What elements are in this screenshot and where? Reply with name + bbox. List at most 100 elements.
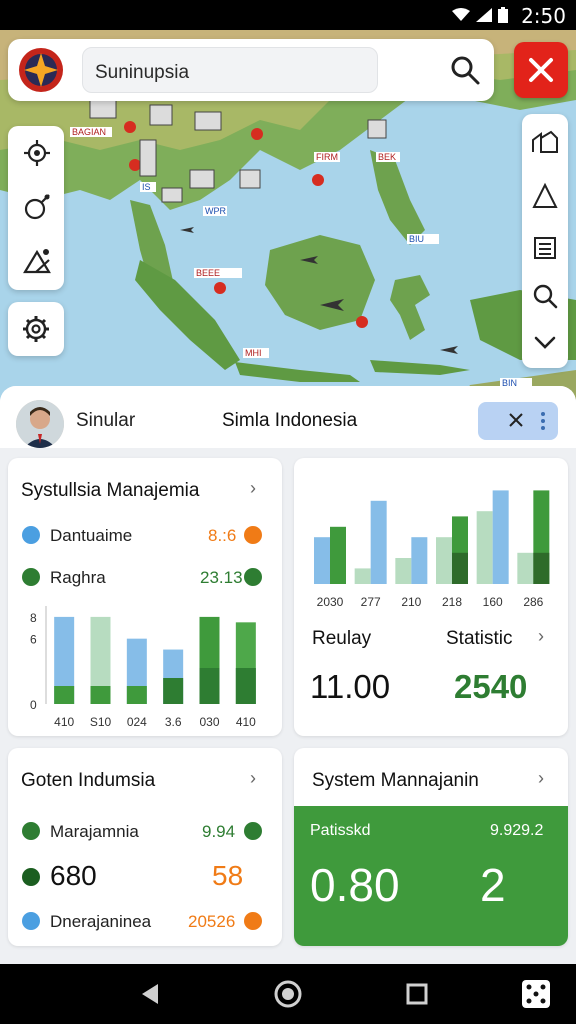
bar-lower [163, 678, 184, 704]
x-tick-label: 3.6 [165, 715, 182, 728]
back-icon[interactable] [140, 982, 160, 1006]
cog-outline-icon[interactable] [22, 138, 52, 168]
svg-text:BAGIAN: BAGIAN [72, 127, 106, 137]
search-input[interactable]: Suninupsia [82, 47, 378, 93]
status-time: 2:50 [521, 4, 566, 28]
x-tick-label: 160 [483, 595, 503, 609]
bar-chart-right: 2030 277 210 218 160 286 [314, 490, 550, 609]
reulay-label: Reulay [312, 628, 372, 649]
location-edit-icon[interactable] [22, 192, 52, 222]
bar [517, 552, 534, 584]
wifi-icon [452, 8, 470, 21]
chevron-right-icon[interactable]: › [250, 478, 256, 499]
avatar[interactable] [16, 400, 64, 448]
svg-text:WPR: WPR [205, 206, 226, 216]
bar [411, 537, 428, 584]
bar [476, 511, 493, 584]
card-title: System Mannajanin [312, 770, 479, 791]
bar [354, 568, 371, 584]
check-blue-icon [22, 912, 40, 930]
check-dark-icon [22, 868, 40, 886]
bar [330, 526, 346, 584]
sheet-actions [478, 402, 558, 440]
list-icon[interactable] [531, 234, 559, 262]
close-sheet-icon[interactable] [508, 412, 524, 428]
svg-text:BEK: BEK [378, 152, 396, 162]
x-tick-label: 410 [236, 715, 256, 728]
draw-area-icon[interactable] [22, 246, 52, 276]
svg-text:BIU: BIU [409, 234, 424, 244]
user-portrait-icon [16, 400, 64, 448]
gear-icon [23, 316, 49, 342]
settings-button[interactable] [8, 302, 64, 356]
card-systullsia[interactable]: Systullsia Manajemia › Dantuaime 8.:6 Ra… [8, 458, 282, 736]
bar-lower [90, 686, 111, 704]
card-system[interactable]: System Mannajanin › Patisskd 9.929.2 0.8… [294, 748, 568, 946]
bar [314, 537, 330, 584]
x-tick-label: 024 [127, 715, 147, 728]
row-label: Raghra [50, 568, 106, 587]
goten-secondary-value: 58 [212, 860, 244, 891]
system-sub-value: 9.929.2 [490, 822, 544, 839]
battery-icon [498, 7, 508, 23]
chevron-right-icon[interactable]: › [250, 768, 256, 789]
y-tick-label: 0 [30, 698, 37, 712]
more-options-icon[interactable] [540, 411, 546, 431]
row-value: 8.:6 [208, 526, 237, 545]
y-tick-label: 6 [30, 633, 37, 647]
check-blue-icon [22, 526, 40, 544]
bar [370, 500, 387, 584]
goten-primary-value: 680 [50, 860, 97, 891]
x-tick-label: 410 [54, 715, 74, 728]
system-big-right: 2 [480, 859, 506, 911]
svg-text:IS: IS [142, 182, 151, 192]
system-stat-panel: Patisskd 9.929.2 0.80 2 [294, 806, 568, 946]
x-tick-label: 030 [199, 715, 219, 728]
bar-lower [235, 668, 256, 704]
card-statistic[interactable]: 2030 277 210 218 160 286 Reulay Statistic › 1… [294, 458, 568, 736]
bar-stack-dark [533, 552, 550, 584]
search-icon[interactable] [448, 53, 482, 87]
bottom-sheet: Sinular Simla Indonesia Systullsia Manaj… [0, 386, 576, 964]
close-button[interactable] [514, 42, 568, 98]
status-dot-green [244, 822, 262, 840]
dice-icon[interactable] [520, 978, 552, 1010]
y-tick-label: 8 [30, 611, 37, 625]
x-tick-label: 210 [401, 595, 421, 609]
sheet-header: Sinular Simla Indonesia [0, 386, 576, 448]
chevron-right-icon[interactable]: › [538, 626, 544, 647]
chevron-down-icon[interactable] [531, 328, 559, 356]
row-value: 9.94 [202, 822, 236, 841]
check-green-icon [22, 568, 40, 586]
row-label: Dnerajaninea [50, 912, 152, 931]
status-dot-orange [244, 526, 262, 544]
home-icon[interactable] [274, 980, 302, 1008]
check-green-icon [22, 822, 40, 840]
signal-icon [476, 8, 492, 22]
row-value: 20526 [188, 912, 236, 931]
system-nav-bar [0, 964, 576, 1024]
app-logo-icon [19, 48, 63, 92]
triangle-measure-icon[interactable] [531, 182, 559, 210]
row-label: Dantuaime [50, 526, 133, 545]
x-tick-label: 2030 [317, 595, 344, 609]
bar-stack-dark [452, 552, 468, 584]
x-tick-label: 286 [523, 595, 543, 609]
user-name: Sinular [76, 410, 136, 431]
system-big-left: 0.80 [310, 859, 400, 911]
bar-lower [126, 686, 147, 704]
chevron-right-icon[interactable]: › [538, 768, 544, 789]
status-dot-green [244, 568, 262, 586]
recents-icon[interactable] [406, 983, 428, 1005]
reulay-value: 11.00 [310, 668, 391, 705]
sheet-title: Simla Indonesia [222, 410, 358, 431]
buildings-layer-icon[interactable] [531, 128, 559, 156]
card-title: Goten Indumsia [21, 770, 156, 791]
card-title: Systullsia Manajemia [21, 480, 200, 501]
status-icons [452, 7, 508, 23]
card-goten[interactable]: Goten Indumsia › Marajamnia 9.94 680 58 … [8, 748, 282, 946]
bar-chart-left: 8 6 0 410 S10 024 3.6 030 410 [30, 606, 256, 728]
svg-text:FIRM: FIRM [316, 152, 338, 162]
zoom-search-icon[interactable] [531, 282, 559, 310]
x-tick-label: S10 [90, 715, 112, 728]
